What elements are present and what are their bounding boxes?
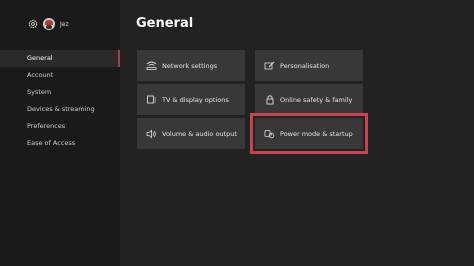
nav-item-account[interactable]: Account bbox=[0, 67, 120, 84]
online-safety-family-tile[interactable]: Online safety & family bbox=[255, 84, 363, 115]
nav-item-preferences[interactable]: Preferences bbox=[0, 118, 120, 135]
sidebar: Jez General Account System Devices & str… bbox=[0, 0, 120, 266]
power-icon bbox=[264, 128, 275, 139]
volume-audio-output-label: Volume & audio output bbox=[162, 129, 237, 138]
network-settings-label: Network settings bbox=[162, 61, 218, 70]
power-mode-startup-tile[interactable]: Power mode & startup bbox=[250, 113, 368, 154]
settings-gear-icon bbox=[27, 19, 38, 30]
avatar[interactable] bbox=[43, 18, 55, 30]
nav-item-devices-streaming[interactable]: Devices & streaming bbox=[0, 101, 120, 118]
paintbrush-icon bbox=[264, 60, 275, 71]
power-mode-startup-label: Power mode & startup bbox=[280, 129, 353, 138]
tv-display-options-label: TV & display options bbox=[162, 95, 229, 104]
online-safety-family-label: Online safety & family bbox=[280, 95, 353, 104]
settings-nav: General Account System Devices & streami… bbox=[0, 50, 120, 152]
volume-audio-output-tile[interactable]: Volume & audio output bbox=[137, 118, 245, 149]
page-title: General bbox=[136, 16, 194, 31]
speaker-icon bbox=[146, 128, 157, 139]
network-icon bbox=[146, 60, 157, 71]
gamertag: Jez bbox=[60, 20, 69, 28]
nav-item-ease-of-access[interactable]: Ease of Access bbox=[0, 135, 120, 152]
personalisation-label: Personalisation bbox=[280, 61, 330, 70]
tv-display-options-tile[interactable]: TV & display options bbox=[137, 84, 245, 115]
nav-item-general[interactable]: General bbox=[0, 50, 120, 67]
nav-item-system[interactable]: System bbox=[0, 84, 120, 101]
lock-icon bbox=[264, 94, 275, 105]
network-settings-tile[interactable]: Network settings bbox=[137, 50, 245, 81]
profile-bar: Jez bbox=[27, 17, 69, 31]
tv-display-icon bbox=[146, 94, 157, 105]
personalisation-tile[interactable]: Personalisation bbox=[255, 50, 363, 81]
